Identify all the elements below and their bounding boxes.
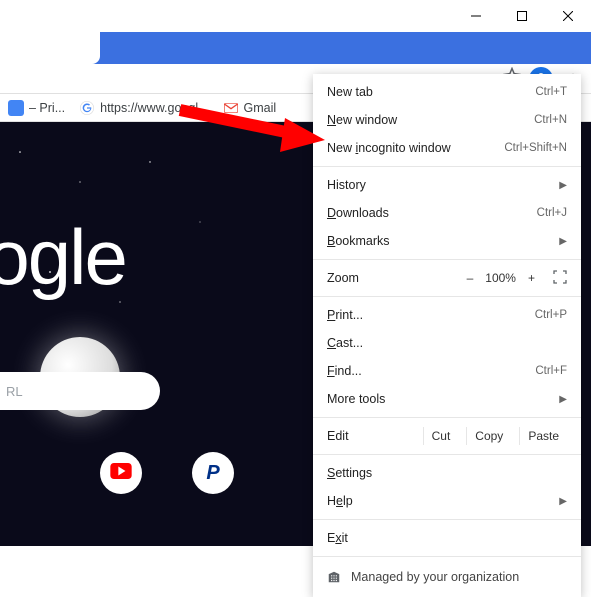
bookmark-label: – Pri... (29, 101, 65, 115)
submenu-arrow-icon: ▶ (559, 180, 567, 191)
menu-item-label: New incognito window (327, 141, 496, 155)
chrome-menu: New tab Ctrl+T New window Ctrl+N New inc… (313, 74, 581, 597)
menu-cast[interactable]: Cast... (313, 329, 581, 357)
menu-item-label: Cast... (327, 336, 567, 350)
edit-copy-button[interactable]: Copy (466, 427, 511, 445)
edit-paste-button[interactable]: Paste (519, 427, 567, 445)
menu-item-label: Find... (327, 364, 527, 378)
zoom-in-button[interactable]: + (528, 271, 535, 285)
google-search-input[interactable]: RL (0, 372, 160, 410)
menu-downloads[interactable]: Downloads Ctrl+J (313, 199, 581, 227)
menu-new-incognito[interactable]: New incognito window Ctrl+Shift+N (313, 134, 581, 162)
submenu-arrow-icon: ▶ (559, 236, 567, 247)
menu-item-label: Zoom (327, 271, 459, 285)
menu-item-label: Print... (327, 308, 527, 322)
bookmark-label: Gmail (244, 101, 277, 115)
menu-item-label: More tools (327, 392, 551, 406)
search-placeholder: RL (6, 384, 23, 399)
google-favicon-icon (79, 100, 95, 116)
menu-shortcut: Ctrl+T (535, 86, 567, 98)
youtube-icon (110, 463, 132, 484)
bookmark-item-pri[interactable]: – Pri... (8, 100, 65, 116)
gmail-favicon-icon (223, 100, 239, 116)
menu-shortcut: Ctrl+Shift+N (504, 142, 567, 154)
maximize-button[interactable] (499, 0, 545, 32)
menu-item-label: Bookmarks (327, 234, 551, 248)
menu-item-label: New window (327, 113, 526, 127)
fullscreen-icon[interactable] (553, 270, 567, 287)
menu-item-label: History (327, 178, 551, 192)
shortcut-youtube[interactable] (100, 452, 142, 494)
shortcut-paypal[interactable]: P (192, 452, 234, 494)
menu-separator (313, 296, 581, 297)
menu-shortcut: Ctrl+N (534, 114, 567, 126)
menu-item-label: Help (327, 494, 551, 508)
menu-new-window[interactable]: New window Ctrl+N (313, 106, 581, 134)
paypal-icon: P (206, 462, 219, 485)
menu-managed-notice[interactable]: Managed by your organization (313, 561, 581, 593)
menu-settings[interactable]: Settings (313, 459, 581, 487)
zoom-value: 100% (485, 271, 516, 285)
menu-bookmarks[interactable]: Bookmarks ▶ (313, 227, 581, 255)
submenu-arrow-icon: ▶ (559, 496, 567, 507)
menu-exit[interactable]: Exit (313, 524, 581, 552)
tab-strip[interactable] (0, 32, 591, 64)
bookmark-item-gmail[interactable]: Gmail (223, 100, 277, 116)
edit-cut-button[interactable]: Cut (423, 427, 459, 445)
zoom-out-button[interactable]: – (467, 271, 474, 285)
menu-find[interactable]: Find... Ctrl+F (313, 357, 581, 385)
favicon-icon (8, 100, 24, 116)
building-icon (327, 570, 341, 584)
menu-item-label: Settings (327, 466, 567, 480)
shortcuts-row: P (100, 452, 234, 494)
menu-item-label: Downloads (327, 206, 529, 220)
minimize-button[interactable] (453, 0, 499, 32)
menu-item-label: Edit (327, 429, 415, 443)
menu-separator (313, 556, 581, 557)
bookmark-label: https://www.googl... (100, 101, 208, 115)
menu-separator (313, 519, 581, 520)
submenu-arrow-icon: ▶ (559, 394, 567, 405)
menu-separator (313, 259, 581, 260)
menu-shortcut: Ctrl+F (535, 365, 567, 377)
menu-edit-row: Edit Cut Copy Paste (313, 422, 581, 450)
window-titlebar (0, 0, 591, 32)
menu-separator (313, 166, 581, 167)
menu-zoom: Zoom – 100% + (313, 264, 581, 292)
close-button[interactable] (545, 0, 591, 32)
menu-more-tools[interactable]: More tools ▶ (313, 385, 581, 413)
managed-label: Managed by your organization (351, 570, 519, 584)
bookmark-item-google[interactable]: https://www.googl... (79, 100, 208, 116)
menu-item-label: Exit (327, 531, 567, 545)
menu-help[interactable]: Help ▶ (313, 487, 581, 515)
menu-item-label: New tab (327, 85, 527, 99)
menu-separator (313, 454, 581, 455)
menu-shortcut: Ctrl+J (537, 207, 567, 219)
menu-shortcut: Ctrl+P (535, 309, 567, 321)
menu-history[interactable]: History ▶ (313, 171, 581, 199)
menu-separator (313, 417, 581, 418)
menu-new-tab[interactable]: New tab Ctrl+T (313, 78, 581, 106)
menu-print[interactable]: Print... Ctrl+P (313, 301, 581, 329)
google-logo: oogle (0, 212, 126, 303)
